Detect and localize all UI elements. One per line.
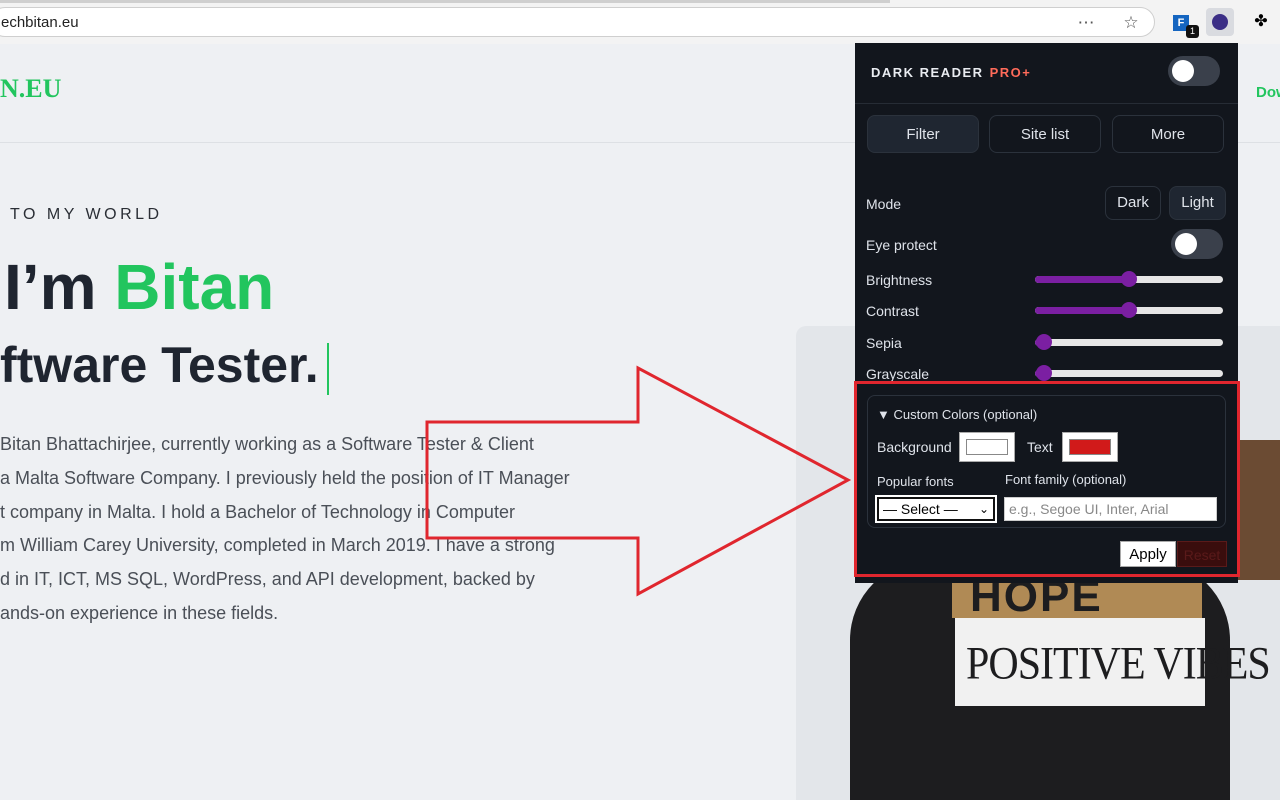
- background-swatch: [966, 439, 1008, 455]
- bio-line: ands-on experience in these fields.: [0, 602, 279, 623]
- slider-thumb[interactable]: [1036, 365, 1053, 381]
- text-swatch: [1069, 439, 1111, 455]
- puzzle-icon[interactable]: ✤: [1247, 8, 1275, 36]
- bio-line: a Malta Software Company. I previously h…: [0, 467, 570, 488]
- eye-protect-toggle[interactable]: [1171, 229, 1223, 259]
- bio-line: Bitan Bhattachirjee, currently working a…: [0, 434, 534, 454]
- hero-heading: I’m Bitan: [4, 250, 274, 324]
- dark-reader-icon[interactable]: [1206, 8, 1234, 36]
- font-family-label: Font family (optional): [1005, 472, 1127, 487]
- grayscale-label: Grayscale: [866, 366, 930, 382]
- site-logo[interactable]: N.EU: [0, 74, 61, 104]
- mode-light-button[interactable]: Light: [1169, 186, 1226, 220]
- slider-thumb[interactable]: [1121, 271, 1137, 287]
- bio-paragraph: Bitan Bhattachirjee, currently working a…: [0, 428, 640, 631]
- welcome-text: TO MY WORLD: [10, 206, 163, 223]
- mode-label: Mode: [866, 196, 902, 212]
- bio-line: m William Carey University, completed in…: [0, 535, 555, 556]
- mode-dark-button[interactable]: Dark: [1105, 186, 1161, 220]
- eye-protect-label: Eye protect: [866, 237, 937, 253]
- custom-colors-section: ▼ Custom Colors (optional) Background Te…: [867, 395, 1226, 528]
- download-link[interactable]: Dow: [1256, 84, 1280, 101]
- text-color-picker[interactable]: [1062, 432, 1118, 462]
- slider-thumb[interactable]: [1036, 334, 1053, 350]
- tab-strip-edge: [0, 0, 890, 3]
- slider-thumb[interactable]: [1121, 302, 1137, 318]
- slider-fill: [1035, 307, 1129, 314]
- star-icon[interactable]: ☆: [1121, 13, 1141, 33]
- hero-name: Bitan: [114, 251, 275, 323]
- contrast-slider[interactable]: [1035, 302, 1223, 318]
- typing-caret: [326, 342, 329, 395]
- bio-line: t company in Malta. I hold a Bachelor of…: [0, 501, 515, 522]
- master-toggle[interactable]: [1168, 56, 1220, 86]
- brightness-slider[interactable]: [1035, 271, 1223, 287]
- reset-button[interactable]: Reset: [1177, 541, 1227, 567]
- text-color-label: Text: [1027, 439, 1053, 455]
- sepia-label: Sepia: [866, 335, 902, 351]
- custom-colors-toggle[interactable]: ▼ Custom Colors (optional): [877, 407, 1037, 422]
- contrast-label: Contrast: [866, 303, 919, 319]
- sepia-slider[interactable]: [1035, 334, 1223, 350]
- tab-more[interactable]: More: [1112, 115, 1224, 153]
- extension-icon[interactable]: F 1: [1167, 8, 1199, 38]
- popular-fonts-label: Popular fonts: [877, 474, 954, 489]
- toggle-knob: [1172, 60, 1194, 82]
- background-label: Background: [877, 439, 952, 455]
- more-options-icon[interactable]: ⋯: [1076, 13, 1096, 33]
- brand-pro: PRO+: [989, 65, 1032, 80]
- dark-reader-popup: DARK READER PRO+ Filter Site list More Mo…: [855, 43, 1238, 583]
- background-color-picker[interactable]: [959, 432, 1015, 462]
- select-value: — Select —: [883, 501, 958, 517]
- popup-header: DARK READER PRO+: [855, 43, 1238, 104]
- toggle-knob: [1175, 233, 1197, 255]
- grayscale-slider[interactable]: [1035, 365, 1223, 381]
- hero-prefix: I’m: [4, 251, 115, 323]
- address-bar[interactable]: echbitan.eu ⋯ ☆: [0, 7, 1155, 37]
- extension-badge: 1: [1186, 25, 1199, 38]
- font-family-input[interactable]: e.g., Segoe UI, Inter, Arial: [1004, 497, 1217, 521]
- hoodie-vibes-text: POSITIVE VIBES: [966, 638, 1271, 690]
- brand-title: DARK READER PRO+: [871, 65, 1031, 80]
- hero-role-text: ftware Tester.: [0, 337, 319, 393]
- url-text[interactable]: echbitan.eu: [1, 14, 79, 31]
- slider-fill: [1035, 276, 1129, 283]
- chevron-down-icon: ⌄: [978, 502, 989, 516]
- hero-role: ftware Tester.: [0, 336, 329, 395]
- tab-filter[interactable]: Filter: [867, 115, 979, 153]
- brightness-label: Brightness: [866, 272, 933, 288]
- bio-line: d in IT, ICT, MS SQL, WordPress, and API…: [0, 569, 535, 590]
- tab-site-list[interactable]: Site list: [989, 115, 1101, 153]
- popular-fonts-select[interactable]: — Select — ⌄: [875, 495, 997, 523]
- brand-name: DARK READER: [871, 65, 984, 80]
- browser-toolbar: echbitan.eu ⋯ ☆ F 1 ✤: [0, 0, 1280, 45]
- apply-button[interactable]: Apply: [1120, 541, 1176, 567]
